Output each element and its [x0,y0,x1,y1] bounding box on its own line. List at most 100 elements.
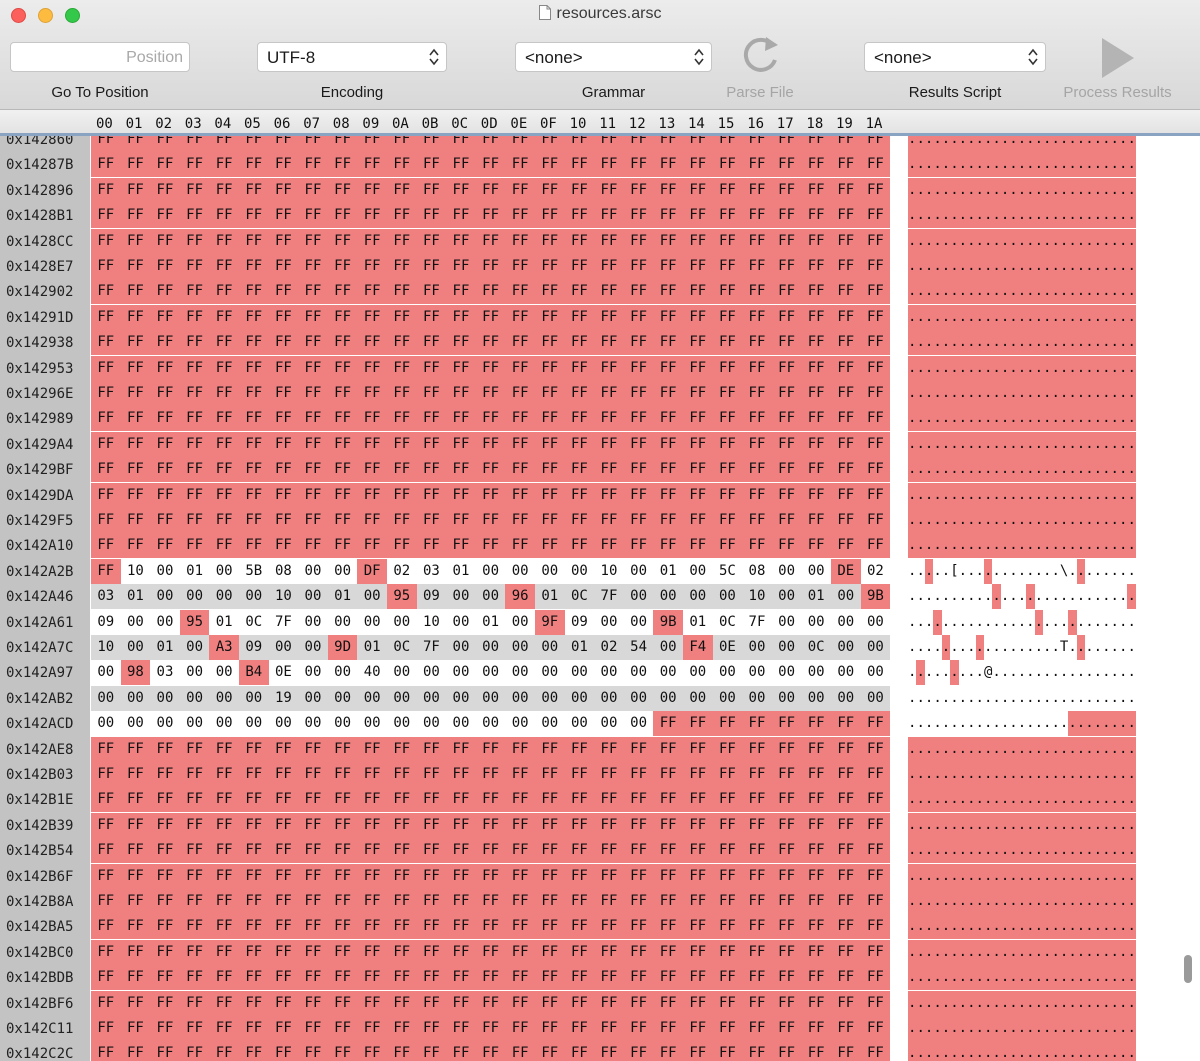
ascii-char[interactable]: . [1102,177,1111,203]
ascii-char[interactable]: . [1110,330,1119,356]
hex-byte[interactable]: FF [268,482,299,508]
ascii-char[interactable]: . [1093,228,1103,254]
hex-byte[interactable]: 19 [268,685,299,711]
ascii-char[interactable]: . [983,863,993,889]
ascii-char[interactable]: . [1110,889,1119,914]
ascii-char[interactable]: . [1093,939,1103,965]
hex-byte[interactable]: FF [742,762,772,787]
hex-byte[interactable]: FF [653,838,683,864]
ascii-char[interactable]: . [1085,787,1094,813]
hex-byte[interactable]: 95 [179,609,210,635]
ascii-char[interactable]: . [1034,203,1044,229]
ascii-char[interactable]: . [1068,711,1077,737]
hex-byte[interactable]: FF [239,736,269,762]
ascii-char[interactable]: . [1034,838,1044,864]
ascii-char[interactable]: . [1076,381,1086,406]
hex-byte[interactable]: 0C [801,635,831,660]
ascii-char[interactable]: . [908,279,917,305]
hex-byte[interactable]: FF [771,762,802,787]
ascii-char[interactable]: . [983,254,993,279]
hex-byte[interactable]: FF [416,838,447,864]
hex-byte[interactable]: FF [298,762,328,787]
ascii-char[interactable]: . [933,990,942,1016]
hex-byte[interactable]: FF [150,863,180,889]
hex-byte[interactable]: FF [209,203,239,229]
hex-byte[interactable]: FF [475,863,506,889]
ascii-char[interactable]: . [1026,482,1035,508]
ascii-char[interactable]: . [1051,736,1060,762]
hex-byte[interactable]: 00 [239,685,269,711]
hex-byte[interactable]: FF [475,304,506,330]
hex-byte[interactable]: FF [120,838,151,864]
hex-byte[interactable]: FF [505,152,535,178]
ascii-char[interactable]: . [1001,584,1009,609]
ascii-char[interactable]: . [1017,762,1027,787]
hex-byte[interactable]: FF [298,1041,328,1061]
ascii-char[interactable]: . [983,558,993,584]
hex-byte[interactable]: FF [505,812,535,838]
hex-byte[interactable]: FF [623,228,654,254]
hex-byte[interactable]: FF [150,812,180,838]
hex-byte[interactable]: FF [771,136,802,152]
ascii-char[interactable]: . [1017,939,1027,965]
hex-byte[interactable]: FF [712,203,743,229]
ascii-char[interactable]: . [975,279,984,305]
hex-byte[interactable]: FF [179,330,210,356]
hex-byte[interactable]: 00 [298,559,328,584]
hex-byte[interactable]: FF [801,406,831,432]
hex-byte[interactable]: FF [209,279,239,305]
ascii-char[interactable]: . [983,482,993,508]
ascii-char[interactable]: . [975,228,984,254]
hex-byte[interactable]: 00 [328,559,358,584]
hex-byte[interactable]: FF [446,939,476,965]
ascii-char[interactable]: . [967,136,976,152]
hex-byte[interactable]: FF [801,965,831,991]
ascii-char[interactable]: . [1068,228,1077,254]
hex-byte[interactable]: FF [683,381,713,406]
ascii-char[interactable]: . [967,889,976,914]
ascii-char[interactable]: . [1034,533,1044,559]
ascii-char[interactable]: . [1127,736,1136,762]
ascii-char[interactable]: T [1060,635,1068,660]
hex-byte[interactable]: FF [446,1041,476,1061]
hex-byte[interactable]: FF [357,1016,387,1041]
ascii-char[interactable]: . [916,990,925,1016]
hex-byte[interactable]: FF [860,812,891,838]
ascii-char[interactable]: . [958,304,968,330]
hex-byte[interactable]: 00 [446,635,476,660]
ascii-char[interactable]: . [916,584,924,609]
hex-byte[interactable]: FF [357,787,387,813]
hex-byte[interactable]: FF [801,177,831,203]
hex-byte[interactable]: FF [860,990,891,1016]
hex-byte[interactable]: 01 [801,584,831,610]
hex-byte[interactable]: FF [209,762,239,787]
hex-byte[interactable]: FF [860,355,891,381]
ascii-char[interactable]: . [933,838,942,864]
ascii-char[interactable]: . [992,838,1001,864]
hex-byte[interactable]: FF [564,787,595,813]
ascii-char[interactable]: . [992,330,1001,356]
hex-byte[interactable]: FF [771,812,802,838]
ascii-char[interactable]: . [941,457,951,483]
ascii-char[interactable]: . [1111,559,1119,584]
hex-byte[interactable]: FF [683,330,713,356]
hex-byte[interactable]: FF [771,838,802,864]
ascii-char[interactable]: . [1093,965,1103,991]
ascii-char[interactable]: . [908,990,917,1016]
hex-byte[interactable]: FF [771,939,802,965]
hex-byte[interactable]: 00 [179,584,210,610]
hex-byte[interactable]: FF [594,787,624,813]
hex-byte[interactable]: FF [327,787,358,813]
hex-byte[interactable]: FF [742,431,772,457]
hex-byte[interactable]: 00 [742,660,772,685]
ascii-char[interactable]: . [975,965,984,991]
hex-byte[interactable]: 00 [831,685,861,711]
hex-byte[interactable]: 00 [771,685,802,711]
ascii-char[interactable]: . [1051,330,1060,356]
ascii-char[interactable]: . [1085,136,1094,152]
hex-byte[interactable]: FF [446,330,476,356]
hex-byte[interactable]: FF [801,1041,831,1061]
ascii-char[interactable]: . [1051,914,1060,940]
ascii-char[interactable]: \ [1060,559,1068,584]
ascii-char[interactable]: . [1127,406,1136,432]
